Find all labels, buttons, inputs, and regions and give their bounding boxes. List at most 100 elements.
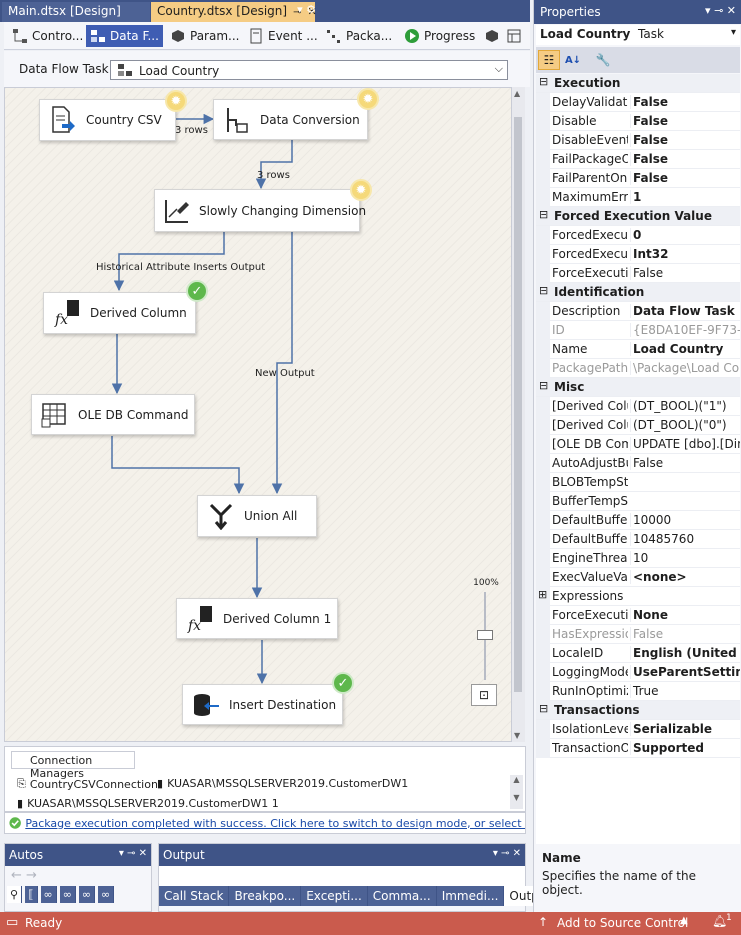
property-value[interactable]: None <box>630 608 740 622</box>
property-row[interactable]: IsolationLevel Serializable <box>536 720 740 739</box>
property-value[interactable]: False <box>630 133 740 147</box>
property-row[interactable]: PackagePath \Package\Load Cou <box>536 359 740 378</box>
connection-item[interactable]: ⎘ CountryCSVConnection <box>17 777 158 791</box>
connection-item[interactable]: ▮ KUASAR\MSSQLSERVER2019.CustomerDW1 <box>157 777 408 790</box>
tab-command-window[interactable]: Comma... <box>367 886 437 906</box>
connection-item[interactable]: ▮ KUASAR\MSSQLSERVER2019.CustomerDW1 1 <box>17 797 279 810</box>
object-selector[interactable]: Load Country Task ▾ <box>536 25 740 45</box>
property-value[interactable]: False <box>630 266 740 280</box>
success-check-icon[interactable]: ✓ <box>332 672 354 694</box>
warning-icon[interactable]: ✹ <box>357 88 379 110</box>
property-row[interactable]: FailParentOnF False <box>536 169 740 188</box>
property-row[interactable]: DisableEventHFalse <box>536 131 740 150</box>
property-value[interactable]: UPDATE [dbo].[Dim <box>630 437 740 451</box>
tab-country-dtsx[interactable]: Country.dtsx [Design] ⊸ ✕ <box>151 2 317 22</box>
property-value[interactable]: {E8DA10EF-9F73-40I <box>630 323 740 337</box>
property-value[interactable]: Load Country <box>630 342 740 356</box>
scrollbar-thumb[interactable] <box>514 117 522 692</box>
tab-event-handlers[interactable]: Event ... <box>244 25 322 47</box>
tab-main-dtsx[interactable]: Main.dtsx [Design] <box>2 2 150 22</box>
property-row[interactable]: ForcedExecut Int32 <box>536 245 740 264</box>
node-derived-column[interactable]: fx Derived Column <box>43 292 196 334</box>
panel-controls[interactable]: ▾ ⊸ ✕ <box>119 848 147 859</box>
collapse-icon[interactable]: ⊟ <box>539 75 548 88</box>
property-row[interactable]: LocaleID English (United Sta <box>536 644 740 663</box>
property-row[interactable]: LoggingModeUseParentSetting <box>536 663 740 682</box>
property-row[interactable]: [OLE DB Com UPDATE [dbo].[Dim <box>536 435 740 454</box>
execution-status-line[interactable]: Package execution completed with success… <box>4 812 526 834</box>
property-value[interactable]: Data Flow Task <box>630 304 740 318</box>
property-row[interactable]: MaximumErro 1 <box>536 188 740 207</box>
watch-tab-icon[interactable]: ⟦ <box>25 886 38 903</box>
node-derived-column-1[interactable]: fx Derived Column 1 <box>176 598 338 639</box>
property-row[interactable]: DelayValidatioFalse <box>536 93 740 112</box>
locals-tab-icon[interactable]: ⚲ <box>7 886 23 903</box>
property-row[interactable]: ⊞ Expressions <box>536 587 740 606</box>
property-value[interactable]: True <box>630 684 740 698</box>
zoom-slider-thumb[interactable] <box>477 630 493 640</box>
data-flow-canvas[interactable]: 3 rows 3 rows Historical Attribute Inser… <box>4 87 512 742</box>
back-arrow-icon[interactable]: ← <box>11 868 22 883</box>
property-row[interactable]: [Derived Colu (DT_BOOL)("0") <box>536 416 740 435</box>
switch-to-design-link[interactable]: Package execution completed with success… <box>25 817 525 830</box>
tab-control-flow[interactable]: Contro... <box>8 25 87 47</box>
property-value[interactable]: 10000 <box>630 513 740 527</box>
canvas-vertical-scrollbar[interactable]: ▲ ▼ <box>512 87 525 742</box>
node-insert-destination[interactable]: Insert Destination <box>182 684 343 725</box>
property-value[interactable]: False <box>630 627 740 641</box>
node-union-all[interactable]: Union All <box>197 495 317 537</box>
zoom-fit-button[interactable]: ⊡ <box>471 684 497 706</box>
watch2-tab-icon[interactable]: ∞ <box>40 886 57 903</box>
property-row[interactable]: BLOBTempSto <box>536 473 740 492</box>
property-row[interactable]: Description Data Flow Task <box>536 302 740 321</box>
property-row[interactable]: DefaultBufferI 10000 <box>536 511 740 530</box>
property-category[interactable]: ⊟ Execution <box>536 74 740 93</box>
property-row[interactable]: DefaultBufferS10485760 <box>536 530 740 549</box>
tab-exception-settings[interactable]: Excepti... <box>301 886 368 906</box>
watch3-tab-icon[interactable]: ∞ <box>59 886 76 903</box>
property-value[interactable]: False <box>630 95 740 109</box>
tab-progress[interactable]: Progress <box>400 25 479 47</box>
task-dropdown[interactable]: Load Country ⌵ <box>110 60 508 80</box>
panel-controls[interactable]: ▾ ⊸ ✕ <box>493 848 521 859</box>
property-row[interactable]: RunInOptimiz True <box>536 682 740 701</box>
panel-controls[interactable]: ▾ ⊸ ✕ <box>705 4 736 17</box>
notifications-bell-icon[interactable]: 🔔︎ <box>712 914 727 928</box>
tab-immediate-window[interactable]: Immedi... <box>436 886 505 906</box>
watch5-tab-icon[interactable]: ∞ <box>98 886 115 903</box>
property-value[interactable]: English (United Sta <box>630 646 740 660</box>
property-value[interactable]: \Package\Load Cou <box>630 361 740 375</box>
property-value[interactable]: False <box>630 171 740 185</box>
property-value[interactable]: 10 <box>630 551 740 565</box>
node-data-conversion[interactable]: Data Conversion <box>213 99 368 140</box>
property-value[interactable]: UseParentSetting <box>630 665 740 679</box>
collapse-icon[interactable]: ⊟ <box>539 208 548 221</box>
tab-overflow-controls[interactable]: ▾ ⚙ <box>297 3 316 16</box>
node-country-csv[interactable]: Country CSV <box>39 99 176 141</box>
property-value[interactable]: 1 <box>630 190 740 204</box>
tab-connection-managers[interactable]: Connection Managers <box>11 751 135 780</box>
collapse-icon[interactable]: ⊟ <box>539 379 548 392</box>
toolbox-button[interactable] <box>480 25 504 47</box>
property-row[interactable]: AutoAdjustBu False <box>536 454 740 473</box>
property-value[interactable]: False <box>630 456 740 470</box>
property-row[interactable]: EngineThread 10 <box>536 549 740 568</box>
property-row[interactable]: Disable False <box>536 112 740 131</box>
property-row[interactable]: ExecValueVari <none> <box>536 568 740 587</box>
success-check-icon[interactable]: ✓ <box>186 280 208 302</box>
property-value[interactable]: (DT_BOOL)("1") <box>630 399 740 413</box>
forward-arrow-icon[interactable]: → <box>26 868 37 883</box>
property-row[interactable]: BufferTempSt <box>536 492 740 511</box>
property-row[interactable]: Name Load Country <box>536 340 740 359</box>
output-content[interactable] <box>159 866 525 886</box>
add-to-source-control[interactable]: Add to Source Control <box>557 916 688 930</box>
property-value[interactable]: Serializable <box>630 722 740 736</box>
tab-call-stack[interactable]: Call Stack <box>159 886 230 906</box>
collapse-icon[interactable]: ⊟ <box>539 284 548 297</box>
property-row[interactable]: TransactionOpSupported <box>536 739 740 758</box>
property-category[interactable]: ⊟ Transactions <box>536 701 740 720</box>
tab-package-explorer[interactable]: Packa... <box>322 25 396 47</box>
property-row[interactable]: ForceExecutio None <box>536 606 740 625</box>
property-value[interactable]: Int32 <box>630 247 740 261</box>
watch4-tab-icon[interactable]: ∞ <box>78 886 96 903</box>
